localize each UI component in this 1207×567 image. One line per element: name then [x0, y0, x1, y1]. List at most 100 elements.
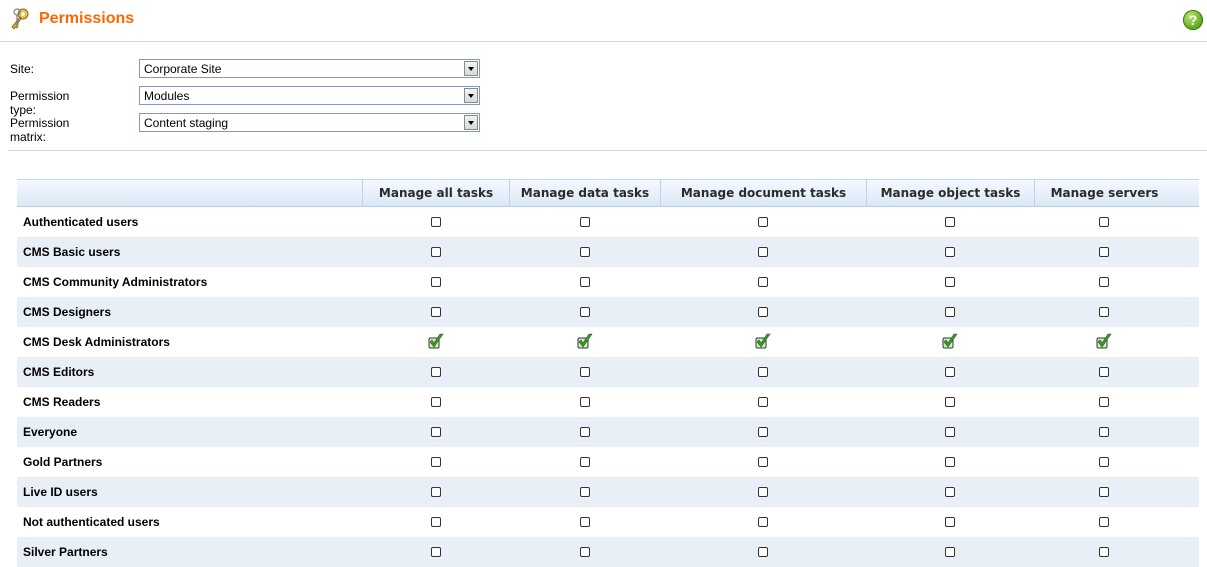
permission-checkbox[interactable] [758, 277, 768, 287]
table-row: Everyone [17, 417, 1199, 447]
permission-checkbox[interactable] [579, 367, 590, 377]
table-row: CMS Basic users [17, 237, 1199, 267]
permission-checkbox[interactable] [579, 547, 590, 557]
table-row: Live ID users [17, 477, 1199, 507]
permission-checkbox[interactable] [1099, 457, 1109, 467]
permission-checkbox[interactable] [579, 307, 590, 317]
allowed-check-icon[interactable] [942, 332, 958, 350]
site-select-value: Corporate Site [144, 62, 222, 76]
permission-checkbox[interactable] [1099, 397, 1109, 407]
permission-checkbox[interactable] [945, 487, 955, 497]
role-name: CMS Readers [23, 395, 101, 409]
permission-checkbox[interactable] [430, 277, 441, 287]
role-name: CMS Basic users [23, 245, 121, 259]
table-row: CMS Community Administrators [17, 267, 1199, 297]
section-divider [8, 150, 1207, 151]
permission-checkbox[interactable] [579, 277, 590, 287]
permission-matrix-select-value: Content staging [144, 116, 229, 130]
chevron-down-icon[interactable] [464, 115, 478, 130]
permission-checkbox[interactable] [945, 547, 955, 557]
permission-matrix-select[interactable]: Content staging [139, 113, 480, 132]
allowed-check-icon[interactable] [1096, 332, 1112, 350]
permission-type-select[interactable]: Modules [139, 86, 480, 105]
permission-checkbox[interactable] [945, 277, 955, 287]
permission-checkbox[interactable] [758, 547, 768, 557]
help-icon[interactable]: ? [1183, 10, 1203, 30]
permission-checkbox[interactable] [1099, 217, 1109, 227]
permission-checkbox[interactable] [579, 517, 590, 527]
permission-checkbox[interactable] [430, 457, 441, 467]
role-name: Not authenticated users [23, 515, 160, 529]
permission-checkbox[interactable] [579, 217, 590, 227]
permission-matrix-grid: Manage all tasks Manage data tasks Manage … [17, 179, 1199, 567]
permission-checkbox[interactable] [945, 367, 955, 377]
permission-checkbox[interactable] [758, 517, 768, 527]
column-header: Manage object tasks [866, 180, 1034, 207]
table-row: Authenticated users [17, 207, 1199, 237]
matrix-body: Authenticated users CMS Basic users CMS Co… [17, 207, 1199, 567]
permission-checkbox[interactable] [758, 247, 768, 257]
column-header: Manage data tasks [509, 180, 660, 207]
permission-checkbox[interactable] [1099, 517, 1109, 527]
permission-checkbox[interactable] [758, 487, 768, 497]
site-label: Site: [10, 62, 35, 76]
permission-checkbox[interactable] [430, 367, 441, 377]
permission-type-select-value: Modules [144, 89, 190, 103]
permission-checkbox[interactable] [430, 397, 441, 407]
keys-icon [11, 8, 29, 30]
table-row: Not authenticated users [17, 507, 1199, 537]
permission-checkbox[interactable] [1099, 547, 1109, 557]
permission-matrix-label: Permission matrix: [10, 116, 70, 144]
role-name: CMS Community Administrators [23, 275, 208, 289]
allowed-check-icon[interactable] [755, 332, 771, 350]
page-header: Permissions ? [0, 0, 1207, 42]
permission-checkbox[interactable] [1099, 277, 1109, 287]
role-name: CMS Designers [23, 305, 112, 319]
permission-checkbox[interactable] [579, 487, 590, 497]
table-row: CMS Desk Administrators [17, 327, 1199, 357]
permission-checkbox[interactable] [945, 517, 955, 527]
permission-checkbox[interactable] [430, 307, 441, 317]
permission-checkbox[interactable] [430, 547, 441, 557]
permission-checkbox[interactable] [945, 247, 955, 257]
permission-checkbox[interactable] [430, 217, 441, 227]
role-name: Silver Partners [23, 545, 108, 559]
matrix-header-row: Manage all tasks Manage data tasks Manage … [17, 179, 1199, 207]
permission-checkbox[interactable] [945, 427, 955, 437]
role-name: Everyone [23, 425, 78, 439]
permission-checkbox[interactable] [430, 487, 441, 497]
permission-checkbox[interactable] [1099, 307, 1109, 317]
permission-checkbox[interactable] [430, 247, 441, 257]
table-row: CMS Designers [17, 297, 1199, 327]
permission-checkbox[interactable] [579, 397, 590, 407]
column-header: Manage servers [1034, 180, 1174, 207]
permission-checkbox[interactable] [579, 457, 590, 467]
chevron-down-icon[interactable] [464, 61, 478, 76]
permission-checkbox[interactable] [579, 427, 590, 437]
permission-checkbox[interactable] [1099, 487, 1109, 497]
permission-checkbox[interactable] [430, 427, 441, 437]
permission-checkbox[interactable] [758, 217, 768, 227]
allowed-check-icon[interactable] [577, 332, 593, 350]
allowed-check-icon[interactable] [428, 332, 444, 350]
table-row: CMS Editors [17, 357, 1199, 387]
permission-checkbox[interactable] [758, 307, 768, 317]
site-select[interactable]: Corporate Site [139, 59, 480, 78]
permission-checkbox[interactable] [758, 457, 768, 467]
role-name: Gold Partners [23, 455, 103, 469]
page-title: Permissions [39, 10, 135, 27]
permission-checkbox[interactable] [1099, 367, 1109, 377]
permission-checkbox[interactable] [945, 457, 955, 467]
permission-type-label: Permission type: [10, 89, 70, 117]
permission-checkbox[interactable] [430, 517, 441, 527]
permission-checkbox[interactable] [758, 427, 768, 437]
permission-checkbox[interactable] [758, 367, 768, 377]
permission-checkbox[interactable] [758, 397, 768, 407]
chevron-down-icon[interactable] [464, 88, 478, 103]
permission-checkbox[interactable] [945, 397, 955, 407]
permission-checkbox[interactable] [1099, 427, 1109, 437]
permission-checkbox[interactable] [579, 247, 590, 257]
permission-checkbox[interactable] [945, 217, 955, 227]
permission-checkbox[interactable] [1099, 247, 1109, 257]
permission-checkbox[interactable] [945, 307, 955, 317]
